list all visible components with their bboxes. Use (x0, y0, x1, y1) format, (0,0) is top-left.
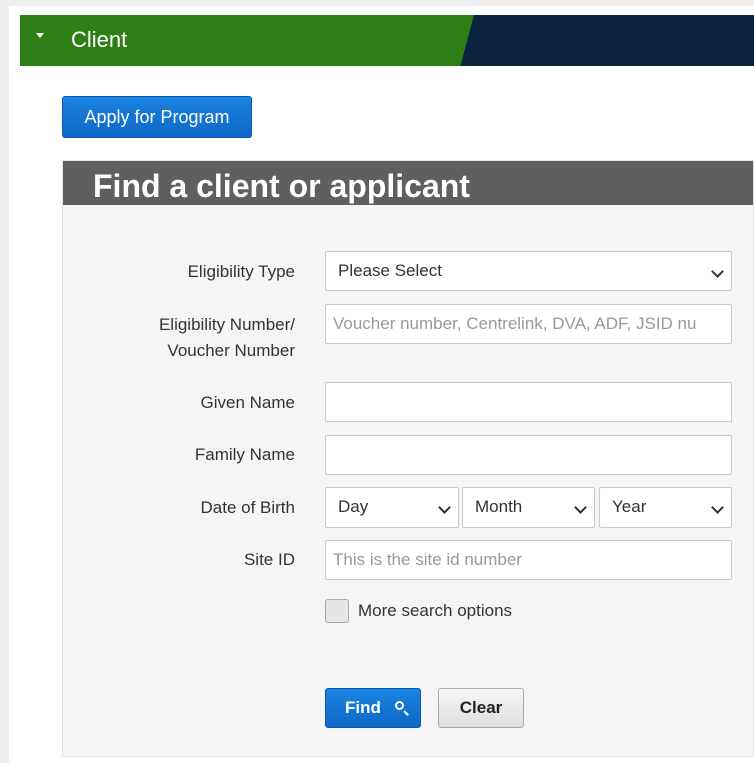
chevron-down-icon (711, 265, 724, 278)
family-name-field[interactable] (325, 435, 732, 475)
more-search-options-checkbox[interactable] (325, 599, 349, 623)
given-name-field[interactable] (325, 382, 732, 422)
site-id-field[interactable]: This is the site id number (325, 540, 732, 580)
window-top-border (0, 0, 754, 6)
dob-year-value: Year (612, 497, 647, 516)
eligibility-number-field[interactable]: Voucher number, Centrelink, DVA, ADF, JS… (325, 304, 732, 344)
window-left-border (0, 0, 9, 763)
panel-title[interactable]: Client (71, 27, 127, 53)
eligibility-type-value: Please Select (338, 261, 442, 280)
find-form-title: Find a client or applicant (93, 168, 470, 204)
eligibility-number-placeholder: Voucher number, Centrelink, DVA, ADF, JS… (333, 314, 697, 333)
panel-header[interactable]: Client (20, 15, 754, 66)
site-id-placeholder: This is the site id number (333, 550, 522, 569)
chevron-down-icon[interactable] (36, 33, 44, 38)
chevron-down-icon (438, 501, 451, 514)
voucher-number-label: Voucher Number (167, 341, 295, 360)
chevron-down-icon (574, 501, 587, 514)
eligibility-number-label: Eligibility Number/ (158, 315, 295, 334)
eligibility-type-label: Eligibility Type (187, 262, 295, 281)
dob-month-select[interactable]: Month (462, 487, 595, 528)
given-name-label: Given Name (200, 393, 295, 412)
eligibility-type-select[interactable]: Please Select (325, 251, 732, 291)
family-name-label: Family Name (194, 445, 295, 464)
dob-month-value: Month (475, 497, 523, 516)
apply-for-program-button[interactable]: Apply for Program (62, 96, 252, 138)
find-form-header: Find a client or applicant (63, 161, 753, 205)
search-icon (395, 701, 404, 710)
chevron-down-icon (711, 501, 724, 514)
date-of-birth-label: Date of Birth (200, 498, 296, 517)
clear-button[interactable]: Clear (438, 688, 524, 728)
find-button[interactable]: Find (325, 688, 421, 728)
dob-day-value: Day (338, 497, 369, 516)
site-id-label: Site ID (243, 550, 295, 569)
dob-day-select[interactable]: Day (325, 487, 459, 528)
dob-year-select[interactable]: Year (599, 487, 732, 528)
find-button-label: Find (345, 698, 381, 717)
more-search-options-label[interactable]: More search options (358, 601, 512, 621)
